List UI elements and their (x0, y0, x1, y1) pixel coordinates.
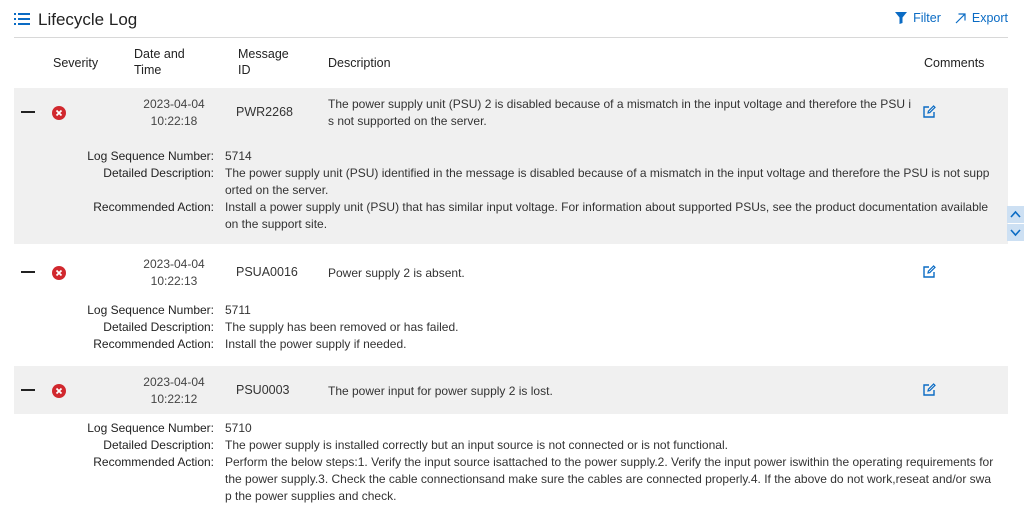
entry-details: Log Sequence Number: 5711 Detailed Descr… (14, 296, 1008, 366)
date-time-cell: 2023-04-04 10:22:12 (134, 374, 214, 408)
date-text: 2023-04-04 (143, 97, 205, 111)
table-row[interactable]: 2023-04-04 10:22:18 PWR2268 The power su… (14, 88, 1008, 136)
minus-icon (21, 111, 35, 113)
header-actions: Filter Export (895, 11, 1008, 25)
chevron-up-icon (1010, 210, 1021, 218)
date-text: 2023-04-04 (143, 257, 205, 271)
recommended-action-label: Recommended Action: (93, 455, 214, 469)
collapse-button[interactable] (16, 380, 40, 400)
edit-comment-icon[interactable] (922, 265, 936, 279)
message-id-cell: PSUA0016 (236, 265, 298, 279)
critical-severity-icon (52, 266, 66, 280)
table-row[interactable]: 2023-04-04 10:22:12 PSU0003 The power in… (14, 366, 1008, 414)
filter-label: Filter (913, 11, 941, 25)
recommended-action-value: Install a power supply unit (PSU) that h… (225, 200, 989, 231)
filter-button[interactable]: Filter (895, 11, 941, 25)
minus-icon (21, 389, 35, 391)
recommended-action-value: Install the power supply if needed. (225, 337, 407, 351)
col-date-time[interactable]: Date and Time (134, 46, 194, 78)
edit-comment-icon[interactable] (922, 383, 936, 397)
time-text: 10:22:13 (150, 274, 198, 288)
detailed-description-value: The supply has been removed or has faile… (225, 320, 459, 334)
detailed-description-label: Detailed Description: (103, 166, 214, 180)
log-sequence-label: Log Sequence Number: (87, 303, 214, 317)
recommended-action-value: Perform the below steps:1. Verify the in… (225, 455, 994, 503)
page-title: Lifecycle Log (38, 10, 138, 29)
col-description[interactable]: Description (328, 55, 391, 71)
log-sequence-value: 5710 (225, 421, 252, 435)
date-time-cell: 2023-04-04 10:22:13 (134, 256, 214, 290)
description-cell: The power input for power supply 2 is lo… (328, 384, 553, 398)
export-label: Export (971, 11, 1008, 25)
minus-icon (21, 271, 35, 273)
list-icon (14, 13, 30, 25)
log-sequence-label: Log Sequence Number: (87, 421, 214, 435)
col-comments: Comments (924, 56, 985, 70)
table-row[interactable]: 2023-04-04 10:22:13 PSUA0016 Power suppl… (14, 248, 1008, 296)
entry-details: Log Sequence Number: 5710 Detailed Descr… (14, 414, 1008, 514)
critical-severity-icon (52, 384, 66, 398)
collapse-button[interactable] (16, 262, 40, 282)
detailed-description-label: Detailed Description: (103, 320, 214, 334)
export-button[interactable]: Export (955, 11, 1008, 25)
log-sequence-value: 5711 (225, 303, 251, 317)
time-text: 10:22:12 (150, 392, 198, 406)
page-header: Lifecycle Log Filter Export (0, 0, 1024, 38)
detailed-description-label: Detailed Description: (103, 438, 214, 452)
detailed-description-value: The power supply unit (PSU) identified i… (225, 166, 990, 197)
export-icon (955, 12, 966, 23)
message-id-cell: PWR2268 (236, 105, 293, 119)
description-cell: Power supply 2 is absent. (328, 266, 465, 280)
chevron-down-icon (1010, 229, 1021, 237)
critical-severity-icon (52, 106, 66, 120)
description-cell: The power supply unit (PSU) 2 is disable… (328, 97, 911, 128)
table-header: Severity Date and Time Message ID Descri… (0, 38, 1024, 88)
edit-comment-icon[interactable] (922, 105, 936, 119)
collapse-button[interactable] (16, 102, 40, 122)
message-id-cell: PSU0003 (236, 383, 290, 397)
scroll-down-button[interactable] (1007, 224, 1024, 241)
col-severity[interactable]: Severity (53, 55, 98, 71)
col-message-id[interactable]: Message ID (238, 46, 298, 78)
recommended-action-label: Recommended Action: (93, 337, 214, 351)
scroll-up-button[interactable] (1007, 206, 1024, 223)
date-text: 2023-04-04 (143, 375, 205, 389)
time-text: 10:22:18 (150, 114, 198, 128)
date-time-cell: 2023-04-04 10:22:18 (134, 96, 214, 130)
filter-icon (895, 12, 908, 24)
recommended-action-label: Recommended Action: (93, 200, 214, 214)
log-sequence-value: 5714 (225, 149, 252, 163)
detailed-description-value: The power supply is installed correctly … (225, 438, 728, 452)
log-sequence-label: Log Sequence Number: (87, 149, 214, 163)
entry-details: Log Sequence Number: 5714 Detailed Descr… (14, 136, 1008, 244)
